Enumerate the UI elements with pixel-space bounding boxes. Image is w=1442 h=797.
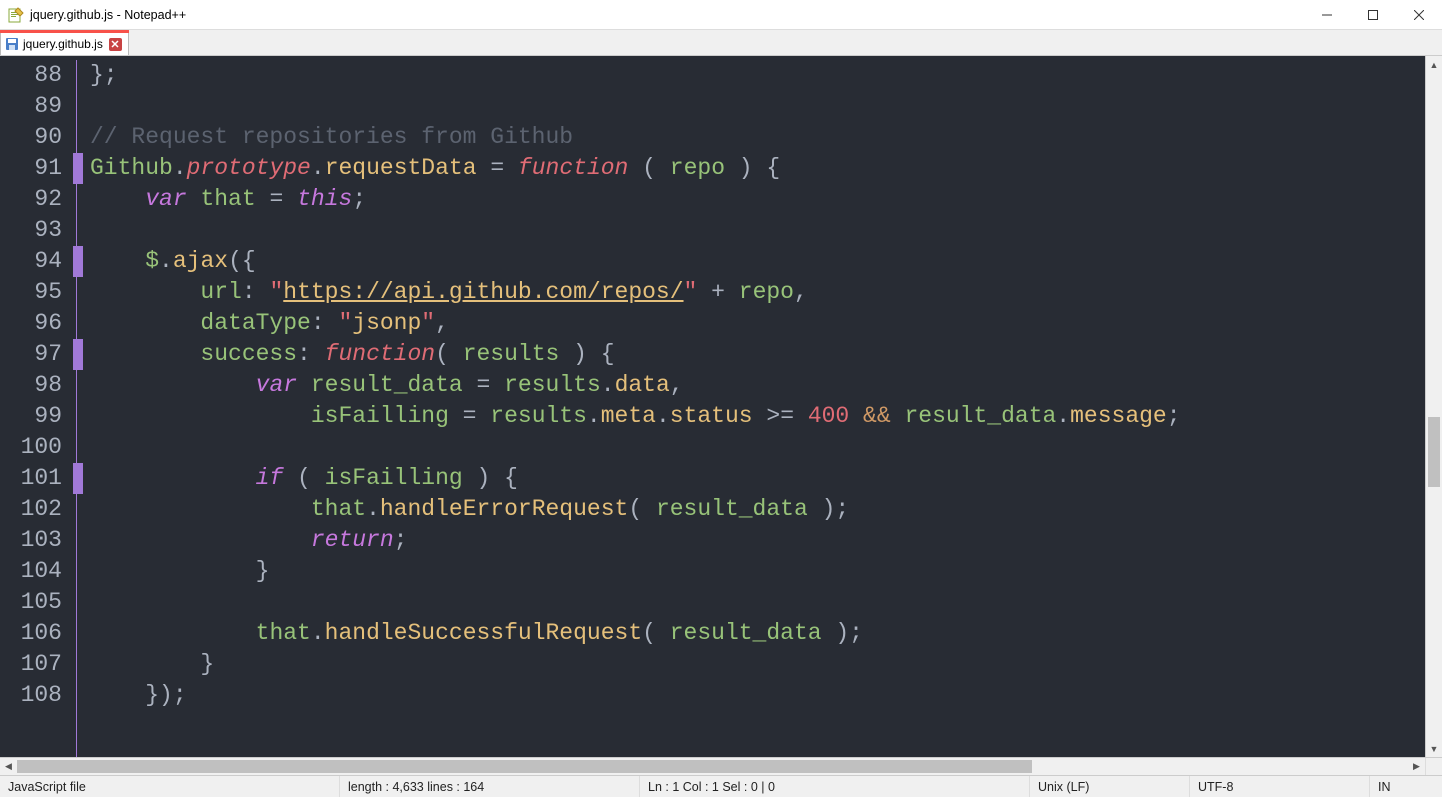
status-insert: IN <box>1370 776 1442 797</box>
line-number: 88 <box>0 60 62 91</box>
code-line[interactable]: Github.prototype.requestData = function … <box>90 153 1425 184</box>
scroll-up-icon[interactable]: ▲ <box>1426 56 1442 73</box>
line-number: 97 <box>0 339 62 370</box>
tab-bar: jquery.github.js <box>0 30 1442 56</box>
fold-column[interactable] <box>70 56 86 757</box>
status-eol: Unix (LF) <box>1030 776 1190 797</box>
code-line[interactable]: dataType: "jsonp", <box>90 308 1425 339</box>
titlebar: jquery.github.js - Notepad++ <box>0 0 1442 30</box>
scroll-right-icon[interactable]: ▶ <box>1408 758 1425 775</box>
scroll-down-icon[interactable]: ▼ <box>1426 740 1442 757</box>
horizontal-scrollbar[interactable]: ◀ ▶ <box>0 757 1442 775</box>
save-icon <box>5 37 19 51</box>
close-tab-icon[interactable] <box>109 38 122 51</box>
line-number: 91 <box>0 153 62 184</box>
line-number: 106 <box>0 618 62 649</box>
fold-marker-icon[interactable] <box>73 339 83 370</box>
tab-filename: jquery.github.js <box>23 37 103 51</box>
line-number: 94 <box>0 246 62 277</box>
code-line[interactable]: var result_data = results.data, <box>90 370 1425 401</box>
minimize-button[interactable] <box>1304 0 1350 30</box>
status-position: Ln : 1 Col : 1 Sel : 0 | 0 <box>640 776 1030 797</box>
line-number: 101 <box>0 463 62 494</box>
scroll-left-icon[interactable]: ◀ <box>0 758 17 775</box>
line-number-gutter: 8889909192939495969798991001011021031041… <box>0 56 70 757</box>
line-number: 108 <box>0 680 62 711</box>
line-number: 93 <box>0 215 62 246</box>
status-length: length : 4,633 lines : 164 <box>340 776 640 797</box>
fold-marker-icon[interactable] <box>73 153 83 184</box>
app-icon <box>8 7 24 23</box>
editor[interactable]: 8889909192939495969798991001011021031041… <box>0 56 1442 757</box>
line-number: 102 <box>0 494 62 525</box>
line-number: 98 <box>0 370 62 401</box>
code-line[interactable]: $.ajax({ <box>90 246 1425 277</box>
code-line[interactable]: isFailling = results.meta.status >= 400 … <box>90 401 1425 432</box>
code-line[interactable]: // Request repositories from Github <box>90 122 1425 153</box>
close-button[interactable] <box>1396 0 1442 30</box>
code-line[interactable]: return; <box>90 525 1425 556</box>
window-title: jquery.github.js - Notepad++ <box>30 8 1304 22</box>
line-number: 92 <box>0 184 62 215</box>
horizontal-scroll-thumb[interactable] <box>17 760 1032 773</box>
line-number: 90 <box>0 122 62 153</box>
code-line[interactable]: if ( isFailling ) { <box>90 463 1425 494</box>
line-number: 103 <box>0 525 62 556</box>
code-line[interactable] <box>90 91 1425 122</box>
line-number: 105 <box>0 587 62 618</box>
line-number: 95 <box>0 277 62 308</box>
code-line[interactable]: url: "https://api.github.com/repos/" + r… <box>90 277 1425 308</box>
code-area[interactable]: }; // Request repositories from GithubGit… <box>86 56 1425 757</box>
vertical-scroll-thumb[interactable] <box>1428 417 1440 487</box>
code-line[interactable] <box>90 587 1425 618</box>
code-line[interactable]: success: function( results ) { <box>90 339 1425 370</box>
code-line[interactable] <box>90 432 1425 463</box>
status-encoding: UTF-8 <box>1190 776 1370 797</box>
maximize-button[interactable] <box>1350 0 1396 30</box>
status-bar: JavaScript file length : 4,633 lines : 1… <box>0 775 1442 797</box>
code-line[interactable]: }; <box>90 60 1425 91</box>
code-line[interactable]: that.handleSuccessfulRequest( result_dat… <box>90 618 1425 649</box>
code-line[interactable]: } <box>90 556 1425 587</box>
file-tab[interactable]: jquery.github.js <box>0 32 129 55</box>
line-number: 107 <box>0 649 62 680</box>
code-line[interactable]: }); <box>90 680 1425 711</box>
code-line[interactable]: var that = this; <box>90 184 1425 215</box>
fold-marker-icon[interactable] <box>73 246 83 277</box>
code-line[interactable]: that.handleErrorRequest( result_data ); <box>90 494 1425 525</box>
line-number: 96 <box>0 308 62 339</box>
fold-marker-icon[interactable] <box>73 463 83 494</box>
line-number: 89 <box>0 91 62 122</box>
vertical-scrollbar[interactable]: ▲ ▼ <box>1425 56 1442 757</box>
status-filetype: JavaScript file <box>0 776 340 797</box>
line-number: 100 <box>0 432 62 463</box>
line-number: 104 <box>0 556 62 587</box>
code-line[interactable] <box>90 215 1425 246</box>
line-number: 99 <box>0 401 62 432</box>
code-line[interactable]: } <box>90 649 1425 680</box>
